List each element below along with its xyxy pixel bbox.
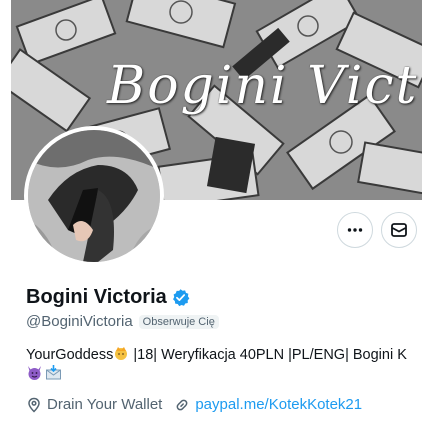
more-dots-icon [347,228,363,232]
website-link[interactable]: paypal.me/KotekKotek21 [195,396,362,413]
location-item: Drain Your Wallet [26,396,162,413]
profile-bio: YourGoddess |18| Weryfikacja 40PLN |PL/E… [26,345,422,363]
smiling-devil-emoji-icon [28,366,41,380]
website-item[interactable]: paypal.me/KotekKotek21 [174,396,362,413]
display-name: Bogini Victoria [26,286,167,308]
avatar[interactable] [24,126,164,266]
princess-emoji-icon [115,347,128,360]
banner-title: Bogini Vict [107,56,419,116]
link-chain-icon [176,399,188,410]
handle-row: @BoginiVictoria Obserwuje Cię [26,313,219,330]
avatar-image [28,130,160,262]
bio-prefix: YourGoddess [26,347,114,363]
message-envelope-icon [391,223,407,237]
incoming-envelope-emoji-icon [46,365,61,380]
user-handle: @BoginiVictoria [26,313,133,330]
more-options-button[interactable] [337,212,373,248]
bio-suffix: |18| Weryfikacja 40PLN |PL/ENG| Bogini K [129,347,407,363]
name-row: Bogini Victoria [26,286,190,309]
follows-you-badge: Obserwuje Cię [138,314,219,329]
location-text: Drain Your Wallet [47,396,163,413]
verified-badge-icon[interactable] [171,288,190,307]
message-button[interactable] [381,212,417,248]
profile-meta: Drain Your Wallet paypal.me/KotekKotek21 [26,396,374,413]
bio-emoji-row [26,364,62,381]
location-pin-icon [28,397,40,413]
